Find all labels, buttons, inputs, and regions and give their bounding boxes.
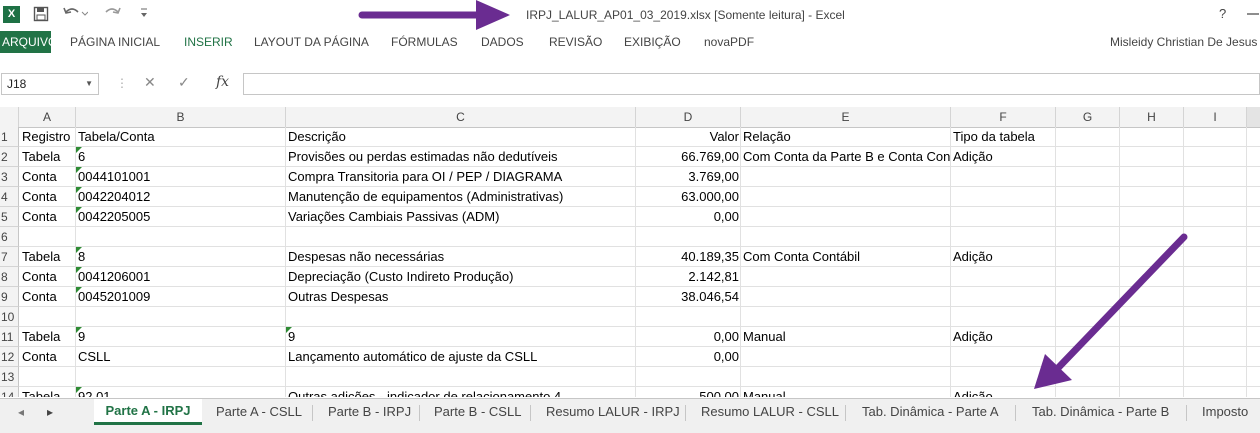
arrow-to-tabs (1054, 233, 1188, 372)
arrow-head-title (476, 0, 510, 30)
annotation-arrows (358, 0, 1188, 389)
